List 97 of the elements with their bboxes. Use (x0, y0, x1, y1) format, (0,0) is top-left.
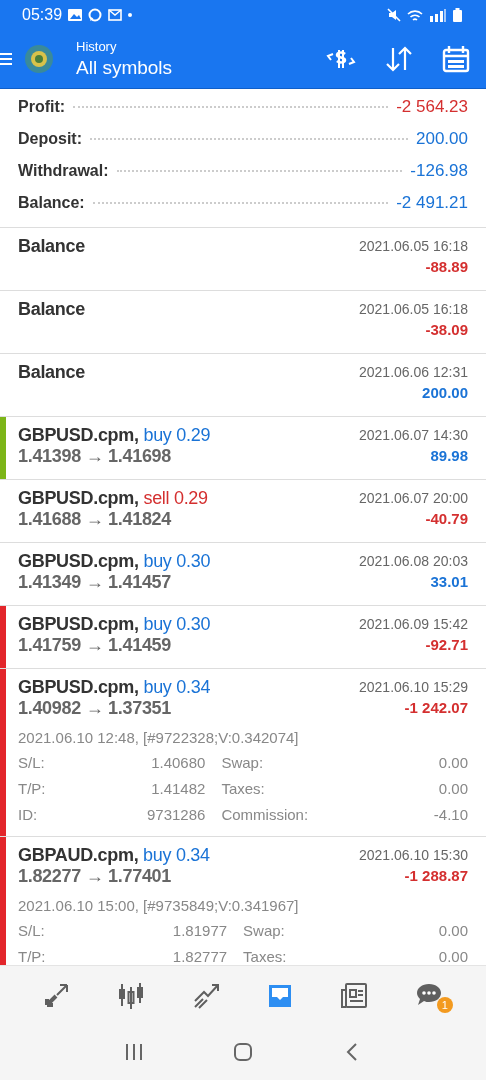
detail-value: 9731286 (146, 805, 206, 825)
mail-icon (108, 9, 123, 21)
detail-label: S/L: (18, 921, 46, 941)
profit-amount: -38.09 (424, 321, 468, 338)
deal-time: 2021.06.05 16:18 (359, 301, 468, 317)
symbol-name: GBPAUD.cpm, (18, 845, 139, 865)
battery-icon (453, 8, 462, 22)
detail-label: T/P: (18, 779, 46, 799)
deal-side: buy 0.34 (143, 677, 211, 697)
status-time: 05:39 (22, 6, 63, 24)
order-info: 2021.06.10 12:48, [#9722328;V:0.342074] (18, 729, 300, 746)
detail-value: 0.00 (437, 947, 468, 965)
deal-side: buy 0.34 (143, 845, 210, 865)
detail-value: 0.00 (437, 921, 468, 941)
detail-value: -4.10 (432, 805, 468, 825)
toolbar-subtitle: History (76, 39, 118, 54)
summary-value: -2 491.21 (396, 192, 468, 214)
history-item[interactable]: Balance 2021.06.05 16:18 -38.09 (0, 291, 486, 354)
profit-amount: -40.79 (424, 510, 468, 527)
candlestick-icon (117, 981, 146, 1009)
signal-icon (429, 8, 447, 22)
newspaper-icon (340, 981, 369, 1009)
entry-title: Balance (18, 236, 85, 257)
dot-icon (128, 13, 133, 17)
app-logo-icon (24, 44, 54, 74)
summary-value: -126.98 (410, 160, 468, 182)
sort-icon[interactable] (384, 46, 414, 72)
entry-title: Balance (18, 362, 85, 383)
price-range: 1.40982 → 1.37351 (18, 698, 173, 719)
symbol-name: GBPUSD.cpm, (18, 551, 139, 571)
deal-time: 2021.06.06 12:31 (359, 364, 468, 380)
summary-value: -2 564.23 (396, 96, 468, 118)
detail-value: 1.82777 (171, 947, 228, 965)
order-info: 2021.06.10 15:00, [#9735849;V:0.341967] (18, 897, 300, 914)
price-range: 1.41688 → 1.41824 (18, 509, 173, 530)
symbol-name: GBPUSD.cpm, (18, 614, 139, 634)
detail-label: S/L: (18, 753, 46, 773)
mute-icon (387, 8, 401, 22)
profit-amount: -88.89 (424, 258, 468, 275)
detail-label: Swap: (242, 921, 286, 941)
symbol-name: GBPUSD.cpm, (18, 425, 139, 445)
price-range: 1.41759 → 1.41459 (18, 635, 173, 656)
deal-time: 2021.06.07 14:30 (359, 427, 468, 443)
price-range: 1.41349 → 1.41457 (18, 572, 173, 593)
history-item[interactable]: GBPUSD.cpm, sell 0.29 1.41688 → 1.41824 2021.06.07 20:00 -40.79 (0, 480, 486, 543)
detail-label: Swap: (220, 753, 265, 773)
summary-label: Profit: (18, 97, 66, 117)
notification-badge: 1 (436, 997, 453, 1013)
profit-amount: 33.01 (429, 573, 468, 590)
deal-side: buy 0.30 (143, 551, 211, 571)
symbol-name: GBPUSD.cpm, (18, 488, 139, 508)
profit-amount: 200.00 (421, 384, 468, 401)
profit-amount: -92.71 (424, 636, 468, 653)
deal-time: 2021.06.07 20:00 (359, 490, 468, 506)
detail-label: Commission: (220, 805, 309, 825)
detail-label: Taxes: (242, 947, 287, 965)
detail-value: 0.00 (437, 753, 468, 773)
history-item[interactable]: GBPUSD.cpm, buy 0.29 1.41398 → 1.41698 2021.06.07 14:30 89.98 (0, 417, 486, 480)
deal-side: buy 0.30 (143, 614, 211, 634)
wifi-icon (407, 8, 423, 22)
deal-time: 2021.06.10 15:30 (359, 847, 468, 863)
summary-value: 200.00 (416, 128, 468, 150)
deal-time: 2021.06.10 15:29 (359, 679, 468, 695)
deal-side: buy 0.29 (143, 425, 211, 445)
toolbar-title: All symbols (76, 57, 173, 79)
summary-label: Withdrawal: (18, 161, 109, 181)
price-range: 1.82277 → 1.77401 (18, 866, 173, 887)
history-item[interactable]: Balance 2021.06.05 16:18 -88.89 (0, 228, 486, 291)
deal-side: sell 0.29 (143, 488, 208, 508)
symbol-name: GBPUSD.cpm, (18, 677, 139, 697)
detail-value: 1.40680 (150, 753, 206, 773)
recent-apps-icon[interactable] (124, 1043, 145, 1061)
history-item[interactable]: GBPUSD.cpm, buy 0.34 1.40982 → 1.37351 2021.06.10 15:29 -1 242.07 2021.06.10 12:48, [#9722328;V:0.342074] S/L: 1.40680 Swap: 0.00 T/P: 1.41482 Taxes: 0.00 ID: 9731286 Commission: -4.10 (0, 669, 486, 837)
deal-time: 2021.06.09 15:42 (359, 616, 468, 632)
detail-value: 0.00 (437, 779, 468, 799)
history-item[interactable]: GBPUSD.cpm, buy 0.30 1.41349 → 1.41457 2021.06.08 20:03 33.01 (0, 543, 486, 606)
detail-value: 1.81977 (171, 921, 228, 941)
summary-label: Deposit: (18, 129, 82, 149)
history-item[interactable]: GBPUSD.cpm, buy 0.30 1.41759 → 1.41459 2021.06.09 15:42 -92.71 (0, 606, 486, 669)
deal-time: 2021.06.05 16:18 (359, 238, 468, 254)
detail-label: T/P: (18, 947, 46, 965)
profit-amount: 89.98 (429, 447, 468, 464)
detail-label: Taxes: (220, 779, 266, 799)
profit-amount: -1 288.87 (403, 867, 468, 884)
detail-value: 1.41482 (150, 779, 206, 799)
profit-amount: -1 242.07 (403, 699, 468, 716)
detail-label: ID: (18, 805, 39, 825)
summary-label: Balance: (18, 193, 85, 213)
gallery-icon (68, 9, 83, 21)
menu-icon[interactable] (0, 52, 12, 66)
chat-bubble-icon (88, 8, 103, 22)
calendar-icon[interactable] (442, 45, 470, 73)
history-item[interactable]: Balance 2021.06.06 12:31 200.00 (0, 354, 486, 417)
entry-title: Balance (18, 299, 85, 320)
home-icon[interactable] (233, 1042, 253, 1062)
deal-time: 2021.06.08 20:03 (359, 553, 468, 569)
price-range: 1.41398 → 1.41698 (18, 446, 173, 467)
